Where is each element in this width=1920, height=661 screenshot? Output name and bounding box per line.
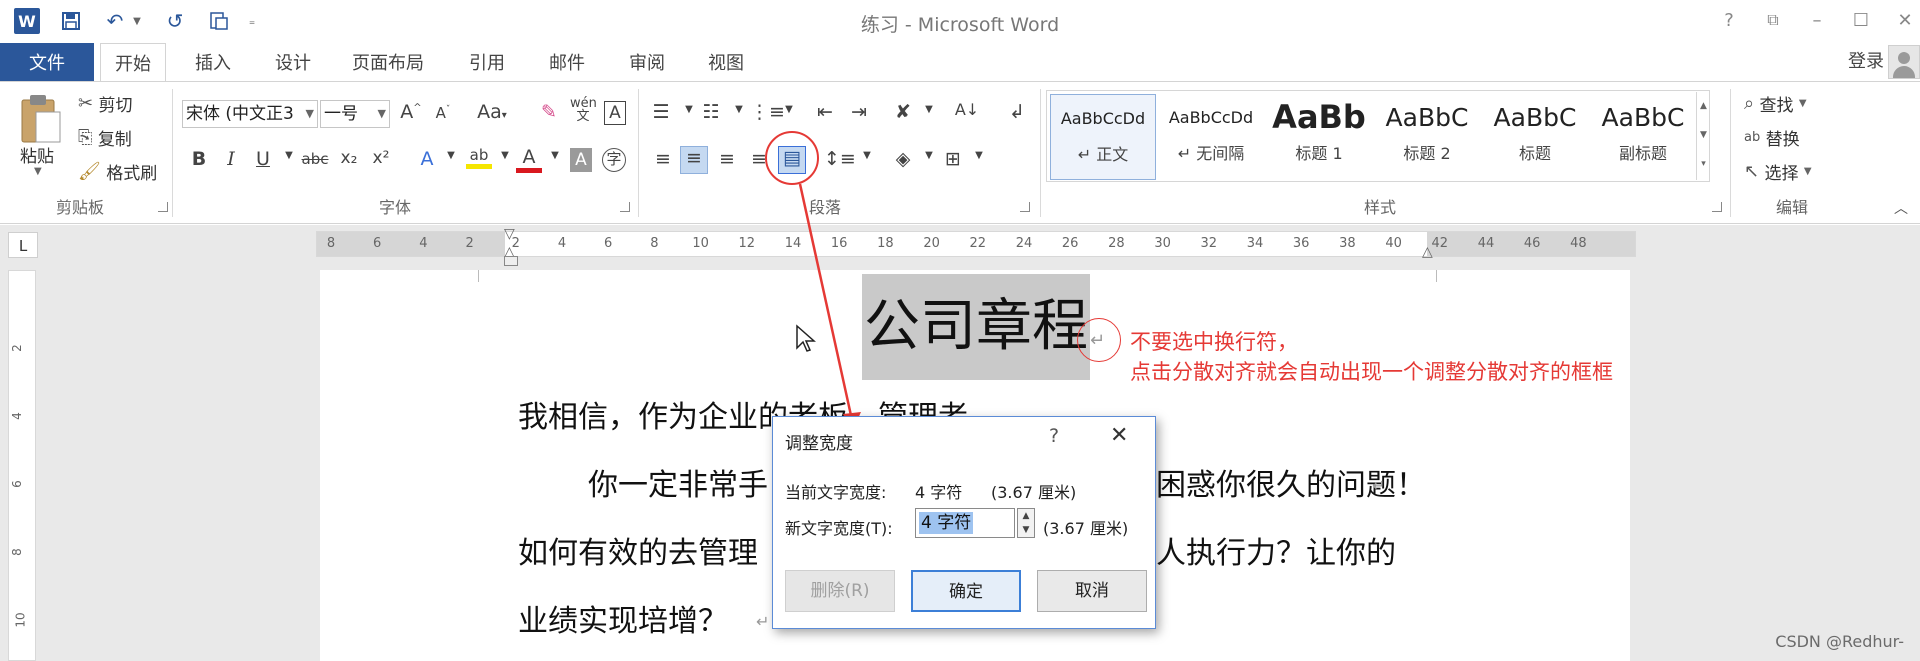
cancel-button[interactable]: 取消 [1037, 570, 1147, 612]
new-width-input[interactable]: 4 字符 [915, 508, 1015, 538]
current-width-cm: (3.67 厘米) [991, 483, 1077, 502]
new-width-value: 4 字符 [919, 512, 974, 534]
watermark: CSDN @Redhur- [1775, 632, 1904, 651]
ok-button[interactable]: 确定 [911, 570, 1021, 612]
adjust-width-dialog: 调整宽度 ? ✕ 当前文字宽度: 4 字符 (3.67 厘米) 新文字宽度(T)… [772, 416, 1156, 629]
new-width-stepper[interactable]: ▲ ▼ [1017, 508, 1035, 538]
current-width-value: 4 字符 [915, 483, 963, 502]
new-width-label: 新文字宽度(T): [785, 519, 893, 538]
current-width-label: 当前文字宽度: [785, 483, 887, 502]
dialog-title: 调整宽度 [785, 434, 853, 454]
dialog-help-button[interactable]: ? [1049, 425, 1059, 447]
new-width-cm: (3.67 厘米) [1043, 519, 1129, 538]
dialog-close-button[interactable]: ✕ [1110, 423, 1128, 448]
remove-button[interactable]: 删除(R) [785, 570, 895, 612]
annotation-text: 不要选中换行符， [1130, 330, 1298, 354]
annotation-text: 点击分散对齐就会自动出现一个调整分散对齐的框框 [1130, 360, 1613, 384]
